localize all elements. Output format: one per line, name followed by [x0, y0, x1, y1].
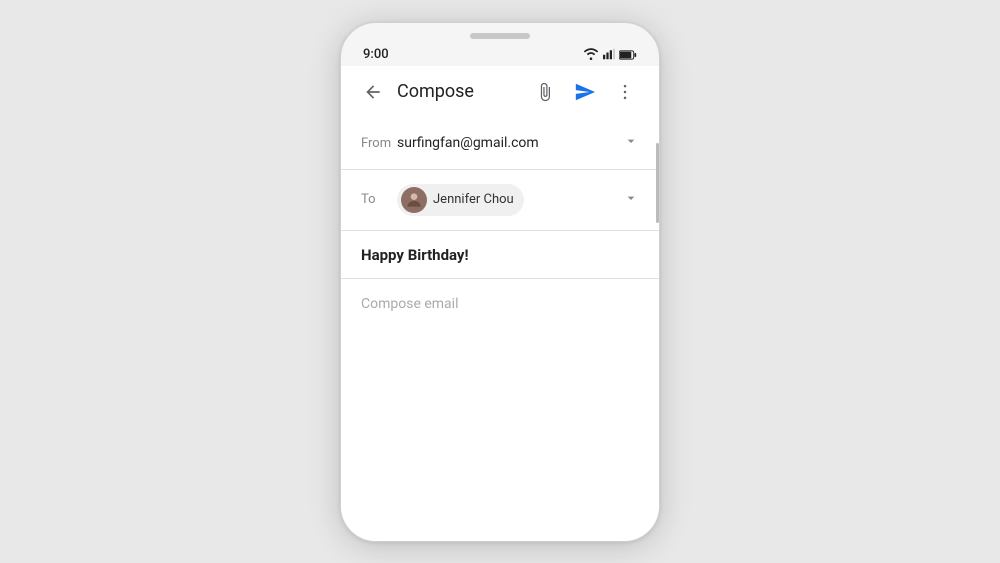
- compose-placeholder: Compose email: [361, 296, 458, 312]
- more-options-button[interactable]: [607, 74, 643, 110]
- from-value: surfingfan@gmail.com: [397, 135, 623, 151]
- compose-row[interactable]: Compose email: [341, 279, 659, 541]
- send-button[interactable]: [567, 74, 603, 110]
- phone-frame: 9:00: [340, 22, 660, 542]
- back-button[interactable]: [357, 76, 389, 108]
- app-bar-actions: [527, 74, 643, 110]
- email-body: From surfingfan@gmail.com To: [341, 118, 659, 541]
- app-bar: Compose: [341, 66, 659, 118]
- to-field-row[interactable]: To Jennifer Chou: [341, 170, 659, 231]
- to-label: To: [361, 192, 397, 207]
- status-time: 9:00: [363, 47, 389, 62]
- page-title: Compose: [397, 81, 527, 102]
- recipient-chip[interactable]: Jennifer Chou: [397, 184, 524, 216]
- signal-icon: [603, 45, 615, 64]
- status-bar: 9:00: [341, 39, 659, 66]
- subject-text: Happy Birthday!: [361, 246, 469, 264]
- to-chevron-icon[interactable]: [623, 190, 639, 210]
- subject-row[interactable]: Happy Birthday!: [341, 231, 659, 279]
- from-chevron-icon[interactable]: [623, 133, 639, 153]
- from-label: From: [361, 136, 397, 151]
- from-field-row: From surfingfan@gmail.com: [341, 118, 659, 170]
- wifi-icon: [583, 45, 599, 64]
- avatar: [401, 187, 427, 213]
- recipient-name: Jennifer Chou: [433, 192, 514, 207]
- to-value: Jennifer Chou: [397, 184, 623, 216]
- attach-button[interactable]: [527, 74, 563, 110]
- status-icons: [583, 45, 637, 64]
- battery-icon: [619, 45, 637, 64]
